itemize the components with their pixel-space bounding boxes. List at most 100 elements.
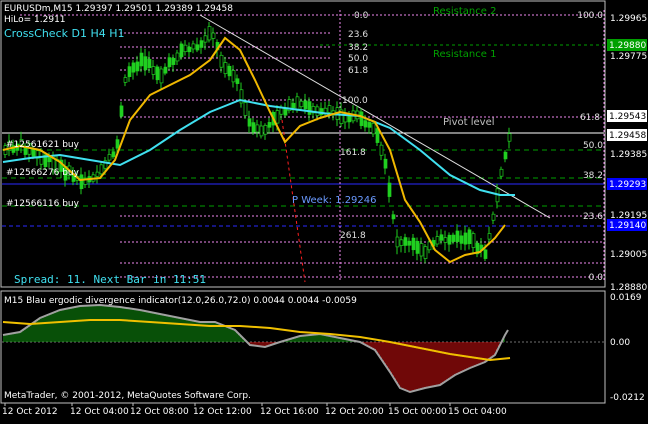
candle-body bbox=[471, 233, 476, 248]
candle-body bbox=[391, 214, 396, 220]
candle-body bbox=[307, 101, 312, 115]
candle-body bbox=[419, 243, 424, 257]
fib-label: 38.2 bbox=[583, 171, 603, 181]
price-axis-highlights: 1.29880 1.29543 1.29458 1.29293 1.29140 bbox=[607, 39, 647, 231]
indicator-tick: 0.0169 bbox=[610, 293, 642, 303]
price-tick: 1.29005 bbox=[610, 250, 647, 260]
price-tick: 1.28880 bbox=[610, 283, 647, 293]
fib-label: 161.8 bbox=[340, 148, 366, 158]
candle-body bbox=[443, 237, 448, 243]
time-tick: 12 Oct 16:00 bbox=[260, 407, 319, 417]
price-badge: 1.29458 bbox=[609, 131, 646, 141]
price-tick: 1.29385 bbox=[610, 150, 647, 160]
fib-label: 100.0 bbox=[577, 11, 603, 21]
candle-body bbox=[163, 66, 168, 74]
fib-label: 50.0 bbox=[583, 141, 603, 151]
candle-body bbox=[119, 105, 124, 117]
pivot-level-label: Pivot level bbox=[443, 117, 495, 128]
time-tick: 15 Oct 00:00 bbox=[388, 407, 447, 417]
candle-body bbox=[131, 62, 136, 73]
candle-body bbox=[407, 240, 412, 246]
fib-label: 23.6 bbox=[348, 30, 368, 40]
price-badge: 1.29880 bbox=[609, 41, 646, 51]
candle-body bbox=[111, 151, 116, 158]
time-tick: 12 Oct 08:00 bbox=[130, 407, 189, 417]
price-tick: 1.29775 bbox=[610, 52, 647, 62]
candle-body bbox=[31, 149, 36, 157]
time-tick: 12 Oct 12:00 bbox=[193, 407, 252, 417]
candle-body bbox=[295, 96, 300, 111]
price-tick: 1.29965 bbox=[610, 14, 647, 24]
time-axis: 12 Oct 2012 12 Oct 04:00 12 Oct 08:00 12… bbox=[2, 407, 507, 417]
trading-chart-window[interactable]: 0.0 23.6 38.2 50.0 61.8 100.0 161.8 261.… bbox=[0, 0, 648, 424]
indicator-tick: 0.00 bbox=[610, 338, 630, 348]
indicator-axis: 0.0169 0.00 -0.0212 bbox=[610, 293, 645, 403]
candle-body bbox=[387, 182, 392, 197]
candle-body bbox=[99, 164, 104, 175]
candle-body bbox=[303, 100, 308, 110]
candle-body bbox=[151, 66, 156, 75]
price-axis: 1.29965 1.29775 1.29385 1.29195 1.29005 … bbox=[610, 14, 647, 293]
indicator-tick: -0.0212 bbox=[610, 393, 645, 403]
candle-body bbox=[379, 144, 384, 156]
candle-body bbox=[211, 32, 216, 39]
order-label[interactable]: #12561621 buy bbox=[6, 140, 80, 150]
candle-body bbox=[247, 118, 252, 127]
candle-body bbox=[139, 52, 144, 67]
candle-body bbox=[395, 236, 400, 248]
candle-body bbox=[207, 26, 212, 41]
resistance-1-label: Resistance 1 bbox=[433, 49, 496, 60]
candle-body bbox=[47, 156, 52, 163]
order-label[interactable]: #12566276 buy bbox=[6, 168, 80, 178]
candle-body bbox=[459, 235, 464, 244]
candle-body bbox=[439, 234, 444, 241]
indicator-title: M15 Blau ergodic divergence indicator(12… bbox=[4, 296, 357, 306]
fib-label: 38.2 bbox=[348, 43, 368, 53]
candle-body bbox=[327, 105, 332, 113]
candle-body bbox=[191, 43, 196, 50]
candle-body bbox=[135, 61, 140, 72]
candle-body bbox=[275, 110, 280, 124]
time-tick: 12 Oct 2012 bbox=[2, 407, 58, 417]
candle-body bbox=[483, 249, 488, 259]
candle-body bbox=[235, 78, 240, 84]
fib-label: 23.6 bbox=[583, 212, 603, 222]
candle-body bbox=[143, 56, 148, 71]
candle-body bbox=[255, 124, 260, 133]
candle-body bbox=[115, 139, 120, 149]
candle-body bbox=[179, 43, 184, 58]
candle-body bbox=[223, 62, 228, 74]
candle-body bbox=[203, 35, 208, 43]
candle-body bbox=[487, 233, 492, 240]
pweek-label: P Week: 1.29246 bbox=[292, 195, 377, 206]
candle-body bbox=[243, 102, 248, 116]
order-label[interactable]: #12566116 buy bbox=[6, 199, 80, 209]
candle-body bbox=[283, 107, 288, 116]
fib-label: 100.0 bbox=[342, 96, 368, 106]
candle-body bbox=[167, 57, 172, 68]
candle-body bbox=[447, 234, 452, 245]
candle-body bbox=[195, 44, 200, 51]
candle-body bbox=[435, 236, 440, 245]
candle-body bbox=[259, 125, 264, 137]
candle-body bbox=[187, 46, 192, 53]
candle-body bbox=[463, 232, 468, 245]
candle-body bbox=[147, 58, 152, 69]
time-tick: 12 Oct 20:00 bbox=[325, 407, 384, 417]
candle-body bbox=[263, 124, 268, 135]
candle-body bbox=[159, 68, 164, 84]
candle-body bbox=[399, 239, 404, 246]
candle-body bbox=[367, 122, 372, 128]
candle-body bbox=[127, 66, 132, 77]
candle-body bbox=[231, 70, 236, 83]
candle-body bbox=[491, 213, 496, 221]
candle-body bbox=[403, 237, 408, 246]
candle-body bbox=[299, 100, 304, 108]
candle-body bbox=[507, 133, 512, 142]
candle-body bbox=[455, 230, 460, 242]
time-tick: 12 Oct 04:00 bbox=[70, 407, 129, 417]
candle-body bbox=[503, 151, 508, 160]
candle-body bbox=[423, 246, 428, 259]
fib-label: 61.8 bbox=[580, 113, 600, 123]
candle-body bbox=[95, 171, 100, 177]
